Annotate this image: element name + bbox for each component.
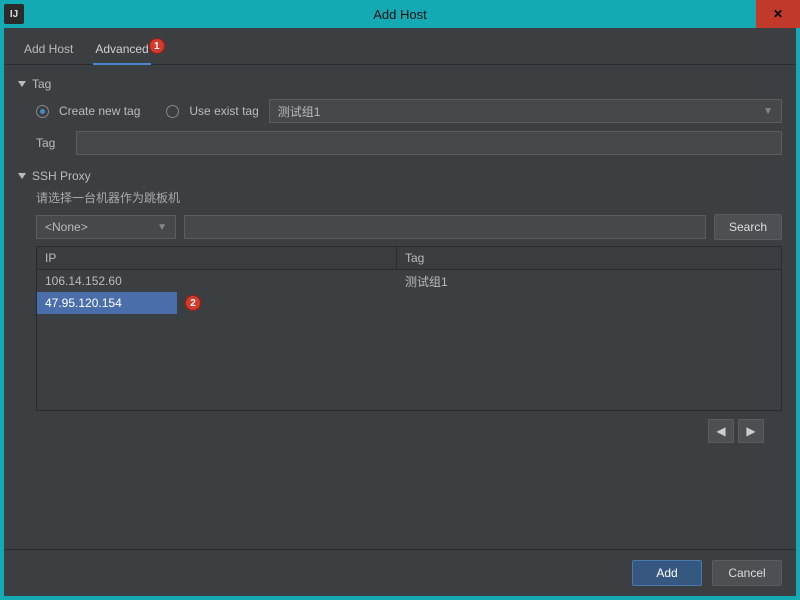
col-header-ip[interactable]: IP xyxy=(37,247,397,269)
col-header-tag[interactable]: Tag xyxy=(397,247,781,269)
window-title: Add Host xyxy=(0,7,800,22)
tag-mode-row: Create new tag Use exist tag 测试组1 ▼ xyxy=(36,99,782,123)
label-use-exist-tag: Use exist tag xyxy=(189,104,258,118)
tag-combo[interactable]: 测试组1 ▼ xyxy=(269,99,782,123)
tab-add-host[interactable]: Add Host xyxy=(22,38,75,64)
table-row[interactable]: 106.14.152.60 测试组1 xyxy=(37,270,781,292)
close-icon: ✕ xyxy=(773,7,783,21)
ssh-search-input[interactable] xyxy=(184,215,706,239)
table-body: 106.14.152.60 测试组1 47.95.120.154 2 xyxy=(37,270,781,410)
app-icon: IJ xyxy=(4,4,24,24)
cancel-button[interactable]: Cancel xyxy=(712,560,782,586)
tab-bar: Add Host Advanced 1 xyxy=(4,28,796,65)
chevron-down-icon: ▼ xyxy=(157,222,167,233)
page-prev-button[interactable]: ◀ xyxy=(708,419,734,443)
page-next-button[interactable]: ▶ xyxy=(738,419,764,443)
cell-ip: 47.95.120.154 xyxy=(37,296,161,310)
chevron-left-icon: ◀ xyxy=(716,424,725,438)
titlebar: IJ Add Host ✕ xyxy=(0,0,800,28)
client-area: Add Host Advanced 1 Tag Create new tag U… xyxy=(4,28,796,596)
cell-tag: 测试组1 xyxy=(397,273,456,290)
host-table: IP Tag 106.14.152.60 测试组1 47.95.120.154 … xyxy=(36,246,782,411)
tab-advanced-label: Advanced xyxy=(95,42,148,56)
cell-ip: 106.14.152.60 xyxy=(37,274,397,288)
tab-advanced[interactable]: Advanced 1 xyxy=(93,38,150,64)
ssh-host-selector-value: <None> xyxy=(45,220,88,234)
ssh-host-selector[interactable]: <None> ▼ xyxy=(36,215,176,239)
close-button[interactable]: ✕ xyxy=(756,0,800,28)
add-button[interactable]: Add xyxy=(632,560,702,586)
ssh-search-row: <None> ▼ Search xyxy=(36,214,782,240)
chevron-right-icon: ▶ xyxy=(746,424,755,438)
content-pane: Tag Create new tag Use exist tag 测试组1 ▼ … xyxy=(4,65,796,549)
section-ssh-title: SSH Proxy xyxy=(32,169,91,183)
search-button[interactable]: Search xyxy=(714,214,782,240)
pager: ◀ ▶ xyxy=(18,419,764,443)
section-ssh-header[interactable]: SSH Proxy xyxy=(18,169,782,183)
ssh-hint: 请选择一台机器作为跳板机 xyxy=(36,189,782,206)
table-row[interactable]: 47.95.120.154 2 xyxy=(37,292,177,314)
tag-combo-value: 测试组1 xyxy=(278,103,321,120)
section-tag-title: Tag xyxy=(32,77,51,91)
label-tag: Tag xyxy=(36,136,66,150)
callout-badge-1: 1 xyxy=(149,38,165,54)
dialog-footer: Add Cancel xyxy=(4,549,796,596)
chevron-down-icon xyxy=(18,173,26,179)
section-tag-header[interactable]: Tag xyxy=(18,77,782,91)
tag-field-row: Tag xyxy=(36,131,782,155)
chevron-down-icon xyxy=(18,81,26,87)
dialog-window: IJ Add Host ✕ Add Host Advanced 1 Tag Cr… xyxy=(0,0,800,600)
chevron-down-icon: ▼ xyxy=(763,106,773,117)
table-header: IP Tag xyxy=(37,247,781,270)
label-create-new-tag: Create new tag xyxy=(59,104,140,118)
radio-use-exist-tag[interactable] xyxy=(166,105,179,118)
callout-badge-2: 2 xyxy=(185,295,201,311)
radio-create-new-tag[interactable] xyxy=(36,105,49,118)
tag-input[interactable] xyxy=(76,131,782,155)
